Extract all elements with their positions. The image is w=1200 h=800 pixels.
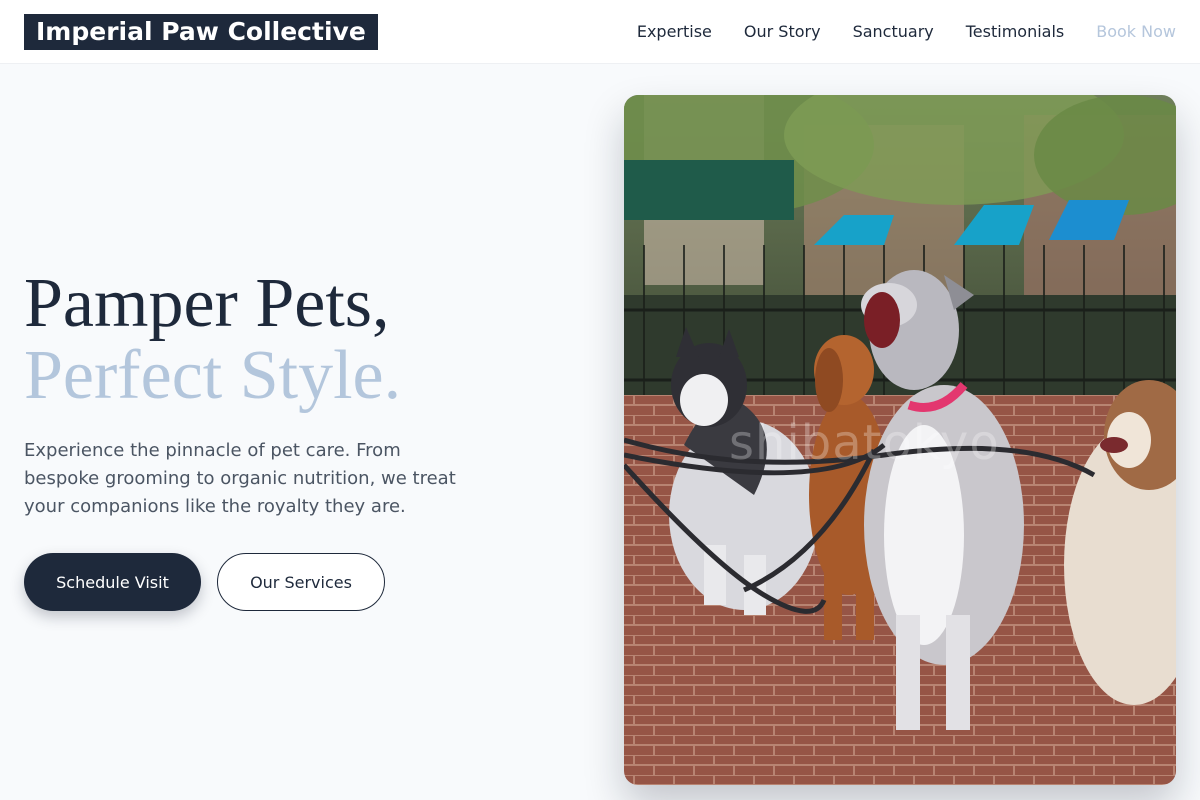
main-nav: Expertise Our Story Sanctuary Testimonia… xyxy=(637,0,1176,62)
hero-subtitle: Experience the pinnacle of pet care. Fro… xyxy=(24,440,456,517)
hero-dogs-photo: shibatokyo xyxy=(624,95,1176,785)
hero-title: Pamper Pets, Perfect Style. xyxy=(24,268,401,412)
nav-link-sanctuary[interactable]: Sanctuary xyxy=(853,22,934,41)
our-services-button[interactable]: Our Services xyxy=(217,553,385,611)
hero-title-line2: Perfect Style. xyxy=(24,337,402,414)
schedule-visit-button[interactable]: Schedule Visit xyxy=(24,553,201,611)
brand-logo[interactable]: Imperial Paw Collective xyxy=(24,14,378,50)
hero-title-line1: Pamper Pets, xyxy=(24,265,390,342)
nav-link-testimonials[interactable]: Testimonials xyxy=(966,22,1065,41)
nav-link-book-now[interactable]: Book Now xyxy=(1096,22,1176,41)
nav-link-our-story[interactable]: Our Story xyxy=(744,22,821,41)
nav-link-expertise[interactable]: Expertise xyxy=(637,22,712,41)
image-watermark: shibatokyo xyxy=(729,415,1000,471)
site-header: Imperial Paw Collective Expertise Our St… xyxy=(0,0,1200,64)
